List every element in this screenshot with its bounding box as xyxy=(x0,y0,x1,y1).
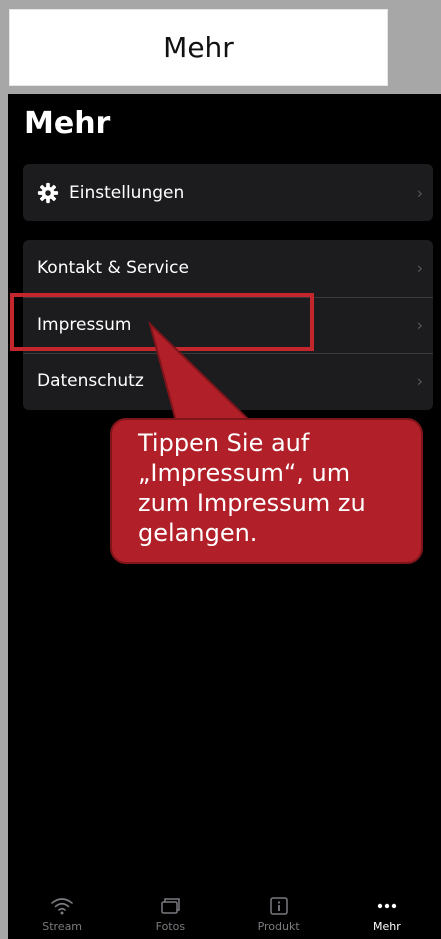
gear-icon xyxy=(37,182,59,203)
menu-item-label: Datenschutz xyxy=(37,371,144,392)
tab-label: Stream xyxy=(42,920,83,933)
chevron-right-icon: › xyxy=(416,371,423,391)
menu-item-settings[interactable]: Einstellungen › xyxy=(23,164,433,221)
menu-item-datenschutz[interactable]: Datenschutz › xyxy=(23,353,433,410)
document-title: Mehr xyxy=(9,9,388,86)
info-menu-group: Kontakt & Service › Impressum › Datensch… xyxy=(23,240,433,410)
menu-item-label: Impressum xyxy=(37,314,132,335)
tab-mehr[interactable]: Mehr xyxy=(333,886,441,939)
chevron-right-icon: › xyxy=(416,183,423,202)
tab-bar: Stream Fotos Produkt Mehr xyxy=(8,886,441,939)
tab-produkt[interactable]: Produkt xyxy=(225,886,333,939)
menu-item-label: Kontakt & Service xyxy=(37,258,189,279)
instruction-callout: Tippen Sie auf „Impressum“, um zum Impre… xyxy=(110,418,423,564)
tab-fotos[interactable]: Fotos xyxy=(116,886,224,939)
tab-label: Fotos xyxy=(155,920,186,933)
menu-item-impressum[interactable]: Impressum › xyxy=(23,296,433,354)
tab-label: Produkt xyxy=(257,920,300,933)
phone-screen: Mehr Einstellungen › Kontakt & Service ›… xyxy=(8,94,441,939)
tab-label: Mehr xyxy=(372,920,401,933)
settings-card: Einstellungen › xyxy=(23,164,433,221)
menu-item-label: Einstellungen xyxy=(69,182,185,203)
more-icon xyxy=(375,896,399,916)
photos-icon xyxy=(158,896,182,916)
info-icon xyxy=(267,896,291,916)
tab-stream[interactable]: Stream xyxy=(8,886,116,939)
wifi-icon xyxy=(50,896,74,916)
menu-item-kontakt-service[interactable]: Kontakt & Service › xyxy=(23,240,433,297)
chevron-right-icon: › xyxy=(416,315,423,335)
chevron-right-icon: › xyxy=(416,258,423,278)
page-title: Mehr xyxy=(24,106,111,141)
